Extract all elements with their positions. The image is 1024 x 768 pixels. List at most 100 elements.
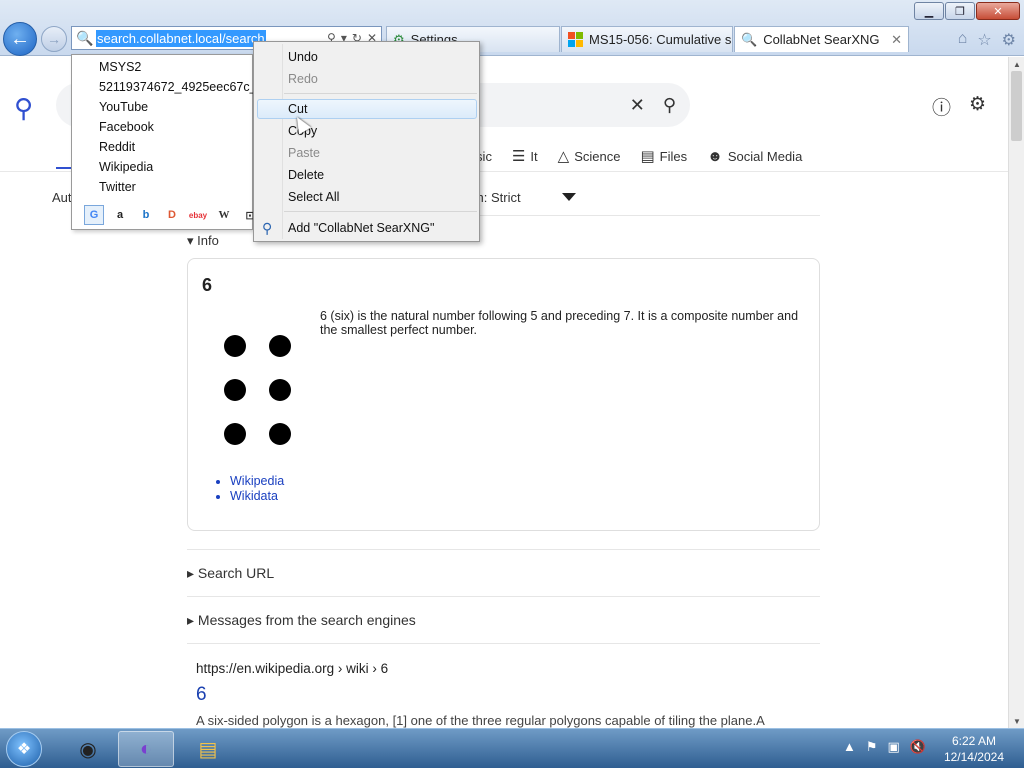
clock[interactable]: 6:22 AM 12/14/2024 — [944, 733, 1004, 765]
link-wikipedia[interactable]: Wikipedia — [230, 474, 284, 489]
menu-separator — [284, 211, 477, 212]
clear-search-icon[interactable]: ✕ — [630, 95, 645, 116]
infobox-links: Wikipedia Wikidata — [230, 474, 284, 504]
list-item[interactable]: Reddit — [99, 140, 254, 154]
preferences-gear-icon[interactable]: ⚙ — [969, 93, 986, 120]
menu-item-undo[interactable]: Undo — [288, 50, 318, 64]
gear-icon[interactable]: ⚙ — [1002, 30, 1016, 50]
infobox-description: 6 (six) is the natural number following … — [320, 309, 799, 337]
menu-separator — [284, 93, 477, 94]
address-autocomplete: MSYS2 52119374672_4925eec67c_w.jpg YouTu… — [71, 54, 255, 230]
infobox-title: 6 — [202, 275, 213, 295]
tab-science[interactable]: △ Science — [558, 147, 621, 165]
tray-expand-icon[interactable]: ▲ — [843, 739, 856, 755]
result-snippet: A six-sided polygon is a hexagon, [1] on… — [196, 713, 765, 728]
duckduckgo-icon[interactable]: D — [162, 205, 182, 225]
menu-item-redo[interactable]: Redo — [288, 72, 318, 86]
search-icon: 🔍 — [741, 31, 758, 47]
taskbar-app-raccoon[interactable]: ◉ — [60, 731, 116, 767]
dot — [269, 379, 291, 401]
folder-icon: ▤ — [198, 738, 218, 761]
result-title[interactable]: 6 — [196, 684, 207, 706]
divider — [187, 643, 820, 644]
menu-item-add-search-engine[interactable]: Add "CollabNet SearXNG" — [288, 221, 434, 235]
tab-label: CollabNet SearXNG — [763, 32, 880, 47]
info-toggle[interactable]: ▾ Info — [187, 233, 219, 249]
chevron-down-icon[interactable] — [562, 193, 576, 201]
taskbar: ❖ ◉ ◐ ▤ ▲ ⚑ ▣ 🔇 6:22 AM 12/14/2024 — [0, 728, 1024, 768]
scroll-down-icon[interactable]: ▼ — [1009, 714, 1024, 728]
taskbar-app-browser[interactable]: ◐ — [118, 731, 174, 767]
autocomplete-filter[interactable]: Aut — [52, 190, 72, 205]
tab-social-media[interactable]: ☻ Social Media — [707, 147, 802, 165]
scroll-thumb[interactable] — [1011, 71, 1022, 141]
menu-item-paste[interactable]: Paste — [288, 146, 320, 160]
tab-collabnet-searxng[interactable]: 🔍 CollabNet SearXNG ✕ — [734, 26, 909, 52]
tab-label: MS15-056: Cumulative s... — [589, 32, 733, 47]
info-icon[interactable]: ⓘ — [932, 93, 951, 120]
menu-item-cut[interactable]: Cut — [288, 102, 307, 116]
category-tabs: Music ☰ It △ Science ▤ Files ☻ Social Me… — [458, 147, 802, 166]
minimize-button[interactable]: ▁ — [914, 2, 944, 20]
back-arrow-icon: ← — [10, 27, 30, 50]
search-icon: 🔍 — [76, 29, 94, 46]
list-item[interactable]: 52119374672_4925eec67c_w.jpg — [99, 80, 254, 94]
home-icon[interactable]: ⌂ — [958, 30, 968, 50]
searxng-logo-icon[interactable]: ⚲ — [14, 93, 33, 124]
layers-icon: ☰ — [511, 148, 526, 165]
menu-item-delete[interactable]: Delete — [288, 168, 324, 182]
list-item[interactable]: YouTube — [99, 100, 254, 114]
microsoft-logo-icon — [568, 32, 583, 47]
dot — [224, 335, 246, 357]
cat-label: Social Media — [727, 148, 803, 164]
search-engine-bar: G a b D ebay W ⊡ — [84, 205, 260, 225]
restore-button[interactable]: ❐ — [945, 2, 975, 20]
dot — [269, 335, 291, 357]
list-item[interactable]: MSYS2 — [99, 60, 254, 74]
wikipedia-icon[interactable]: W — [214, 205, 234, 225]
list-item[interactable]: Facebook — [99, 120, 254, 134]
address-input[interactable]: search.collabnet.local/search — [96, 29, 266, 47]
files-icon: ▤ — [640, 148, 655, 165]
cat-label: Science — [574, 148, 621, 164]
menu-item-select-all[interactable]: Select All — [288, 190, 339, 204]
forward-button[interactable]: → — [41, 26, 67, 52]
browser-toolbar: ▁ ❐ ✕ ← → 🔍 search.collabnet.local/searc… — [0, 0, 1024, 56]
bing-icon[interactable]: b — [136, 205, 156, 225]
network-icon[interactable]: ▣ — [888, 739, 900, 755]
list-item[interactable]: Wikipedia — [99, 160, 254, 174]
browser-app-icon: ◐ — [139, 737, 153, 760]
cat-label: It — [530, 148, 538, 164]
toolbar-right-icons: ⌂ ☆ ⚙ — [958, 30, 1016, 50]
google-icon[interactable]: G — [84, 205, 104, 225]
scroll-up-icon[interactable]: ▲ — [1009, 57, 1024, 71]
tab-close-icon[interactable]: ✕ — [891, 32, 902, 48]
taskbar-app-explorer[interactable]: ▤ — [180, 731, 236, 767]
context-menu: Undo Redo Cut Copy Paste Delete Select A… — [253, 41, 480, 242]
result-url[interactable]: https://en.wikipedia.org › wiki › 6 — [196, 661, 388, 676]
close-window-button[interactable]: ✕ — [976, 2, 1020, 20]
search-url-toggle[interactable]: ▸ Search URL — [187, 565, 274, 582]
vertical-scrollbar[interactable]: ▲ ▼ — [1008, 57, 1024, 728]
divider — [187, 549, 820, 550]
flag-icon[interactable]: ⚑ — [866, 739, 878, 755]
dot — [224, 379, 246, 401]
search-icon[interactable]: ⚲ — [663, 95, 676, 116]
engine-messages-toggle[interactable]: ▸ Messages from the search engines — [187, 612, 416, 629]
dot — [269, 423, 291, 445]
list-item[interactable]: Twitter — [99, 180, 254, 194]
tab-files[interactable]: ▤ Files — [640, 147, 687, 165]
amazon-icon[interactable]: a — [110, 205, 130, 225]
star-icon[interactable]: ☆ — [977, 30, 991, 50]
volume-muted-icon[interactable]: 🔇 — [910, 739, 926, 755]
tab-it[interactable]: ☰ It — [512, 147, 538, 165]
clock-date: 12/14/2024 — [943, 750, 1004, 764]
header-actions: ⓘ ⚙ — [932, 93, 986, 120]
system-tray: ▲ ⚑ ▣ 🔇 — [843, 739, 926, 755]
tab-ms15-056[interactable]: MS15-056: Cumulative s... — [561, 26, 733, 52]
ebay-icon[interactable]: ebay — [188, 205, 208, 225]
windows-logo-icon: ❖ — [16, 741, 32, 758]
link-wikidata[interactable]: Wikidata — [230, 489, 284, 504]
start-button[interactable]: ❖ — [6, 731, 42, 767]
back-button[interactable]: ← — [3, 22, 37, 56]
